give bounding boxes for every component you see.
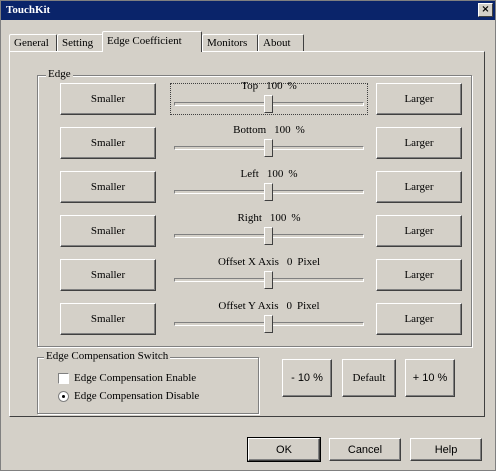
compensation-group-label: Edge Compensation Switch	[44, 350, 171, 362]
slider-caption: Top 100%	[174, 80, 364, 92]
larger-button[interactable]: Larger	[376, 171, 462, 203]
tab-label: Monitors	[207, 37, 248, 49]
smaller-button[interactable]: Smaller	[60, 303, 156, 335]
edge-row: Smaller Right 100% Larger	[10, 212, 486, 261]
tab-label: Setting	[62, 37, 94, 49]
compensation-enable-label: Edge Compensation Enable	[74, 372, 197, 384]
tab-setting[interactable]: Setting	[57, 34, 103, 51]
slider-name: Bottom	[233, 124, 267, 136]
slider-value: 100	[269, 212, 287, 224]
tab-label: Edge Coefficient	[107, 35, 182, 47]
radio-selected-icon[interactable]	[58, 390, 69, 402]
slider-name: Offset X Axis	[217, 256, 279, 268]
tab-about[interactable]: About	[258, 34, 304, 51]
help-button[interactable]: Help	[410, 438, 482, 461]
plus-10-percent-button[interactable]: + 10 %	[405, 359, 455, 397]
larger-button[interactable]: Larger	[376, 303, 462, 335]
slider-value: 0	[286, 256, 293, 268]
edge-row: Smaller Top 100% Larger	[10, 80, 486, 129]
default-button[interactable]: Default	[342, 359, 396, 397]
slider-name: Left	[240, 168, 259, 180]
ok-button[interactable]: OK	[247, 437, 321, 462]
window-title: TouchKit	[6, 4, 51, 16]
slider-unit: %	[287, 80, 297, 92]
slider-value: 0	[286, 300, 292, 312]
slider-name: Offset Y Axis	[218, 300, 279, 312]
compensation-enable-option[interactable]: Edge Compensation Enable	[58, 372, 196, 384]
slider-name: Right	[237, 212, 262, 224]
slider-unit: %	[291, 212, 301, 224]
compensation-disable-label: Edge Compensation Disable	[74, 390, 200, 402]
slider-caption: Bottom 100%	[174, 124, 364, 136]
slider-thumb[interactable]	[264, 139, 273, 157]
minus-10-percent-button[interactable]: - 10 %	[282, 359, 332, 397]
close-icon[interactable]: ×	[478, 3, 493, 17]
smaller-button[interactable]: Smaller	[60, 215, 156, 247]
slider-name: Top	[241, 80, 259, 92]
slider-thumb[interactable]	[264, 183, 273, 201]
radio-dot-icon	[62, 394, 65, 398]
edge-group-label: Edge	[46, 68, 73, 80]
touchkit-window: TouchKit × General Setting Edge Coeffici…	[0, 0, 496, 471]
slider-value: 100	[266, 80, 283, 92]
slider-unit: %	[288, 168, 298, 180]
edge-row: Smaller Bottom 100% Larger	[10, 124, 486, 173]
tab-label: General	[14, 37, 49, 49]
slider-thumb[interactable]	[264, 271, 273, 289]
edge-row: Smaller Left 100% Larger	[10, 168, 486, 217]
compensation-disable-option[interactable]: Edge Compensation Disable	[58, 390, 199, 402]
compensation-group	[37, 357, 259, 414]
larger-button[interactable]: Larger	[376, 83, 462, 115]
edge-coefficient-panel: Edge Smaller Top 100% Larger Smaller Bottom 10…	[9, 51, 485, 417]
title-bar[interactable]: TouchKit ×	[1, 1, 495, 20]
larger-button[interactable]: Larger	[376, 215, 462, 247]
slider-thumb[interactable]	[264, 227, 273, 245]
slider-caption: Offset X Axis 0 Pixel	[174, 256, 364, 268]
edge-row: Smaller Offset X Axis 0 Pixel Larger	[10, 256, 486, 305]
larger-button[interactable]: Larger	[376, 127, 462, 159]
slider-caption: Left 100%	[174, 168, 364, 180]
slider-caption: Right 100%	[174, 212, 364, 224]
larger-button[interactable]: Larger	[376, 259, 462, 291]
slider-caption: Offset Y Axis 0 Pixel	[174, 300, 364, 312]
slider-unit: Pixel	[297, 256, 321, 268]
smaller-button[interactable]: Smaller	[60, 259, 156, 291]
checkbox-icon[interactable]	[58, 372, 69, 384]
smaller-button[interactable]: Smaller	[60, 83, 156, 115]
slider-thumb[interactable]	[264, 95, 273, 113]
tab-monitors[interactable]: Monitors	[202, 34, 258, 51]
slider-thumb[interactable]	[264, 315, 273, 333]
slider-unit: Pixel	[296, 300, 320, 312]
edge-row: Smaller Offset Y Axis 0 Pixel Larger	[10, 300, 486, 349]
slider-unit: %	[295, 124, 305, 136]
tab-general[interactable]: General	[9, 34, 57, 51]
tab-label: About	[263, 37, 291, 49]
slider-value: 100	[274, 124, 291, 136]
smaller-button[interactable]: Smaller	[60, 171, 156, 203]
smaller-button[interactable]: Smaller	[60, 127, 156, 159]
tab-edge-coefficient[interactable]: Edge Coefficient	[102, 31, 202, 52]
slider-value: 100	[266, 168, 284, 180]
cancel-button[interactable]: Cancel	[329, 438, 401, 461]
